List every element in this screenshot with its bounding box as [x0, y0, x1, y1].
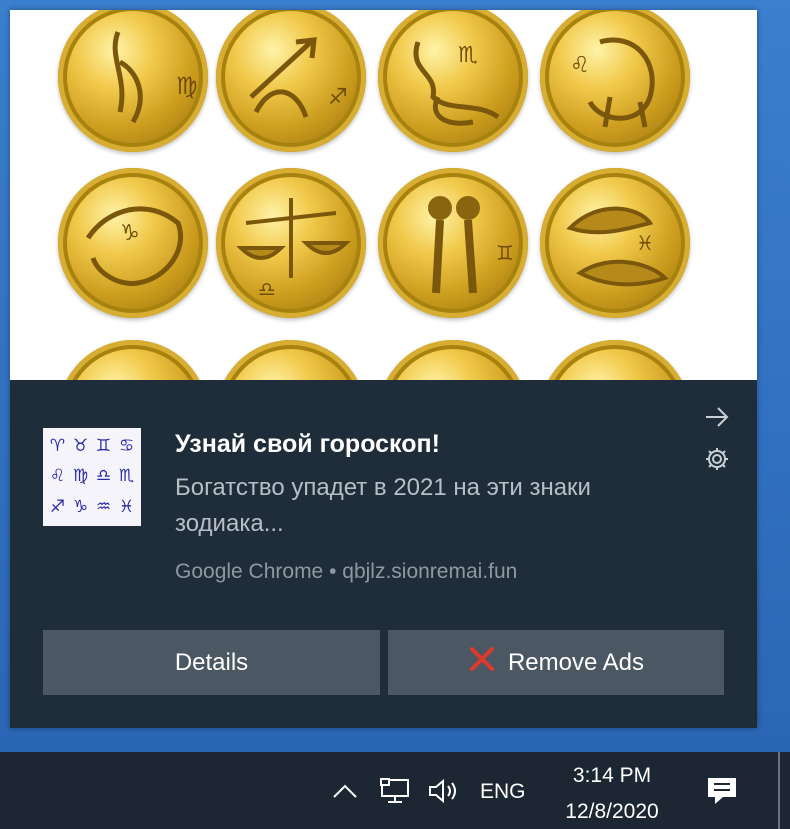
zodiac-coin — [216, 340, 366, 380]
clock-date[interactable]: 12/8/2020 — [552, 800, 672, 824]
zodiac-sign-label: ♍ — [176, 72, 198, 100]
show-desktop-button[interactable] — [778, 752, 780, 829]
chevron-up-icon[interactable] — [330, 778, 360, 804]
notification-body: Богатство упадет в 2021 на эти знаки зод… — [175, 474, 591, 537]
zodiac-glyph: ♎ — [95, 466, 112, 487]
app-icon-zodiac: ♈ ♉ ♊ ♋ ♌ ♍ ♎ ♏ ♐ ♑ ♒ ♓ — [43, 428, 141, 526]
zodiac-sign-label: ♓ — [636, 231, 654, 255]
zodiac-glyph: ♏ — [118, 466, 135, 487]
notification-title: Узнай свой гороскоп! — [175, 430, 440, 458]
details-button[interactable]: Details — [43, 630, 380, 695]
red-x-icon — [468, 645, 496, 680]
zodiac-glyph: ♒ — [95, 497, 112, 518]
zodiac-sign-label: ♐ — [328, 85, 348, 110]
clock-time[interactable]: 3:14 PM — [564, 764, 660, 788]
notification-attribution: Google Chrome • qbjlz.sionremai.fun — [175, 560, 518, 583]
zodiac-coin: ♑ — [58, 168, 208, 318]
hero-image-zodiac-coins: ♍ ♐ ♏ ♌ ♑ ♎ ♊ ♓ — [10, 10, 757, 380]
details-button-label: Details — [174, 648, 249, 676]
zodiac-sign-label: ♌ — [570, 53, 590, 78]
zodiac-coin: ♓ — [540, 168, 690, 318]
zodiac-glyph: ♊ — [95, 435, 112, 456]
zodiac-coin: ♊ — [378, 168, 528, 318]
zodiac-glyph: ♉ — [72, 435, 89, 456]
zodiac-coin — [540, 340, 690, 380]
zodiac-coin: ♏ — [378, 10, 528, 152]
arrow-right-icon[interactable] — [702, 402, 732, 432]
zodiac-glyph: ♋ — [118, 435, 135, 456]
action-center-icon[interactable] — [704, 774, 740, 808]
network-icon[interactable] — [378, 776, 412, 806]
zodiac-glyph: ♑ — [72, 497, 89, 518]
zodiac-coin: ♐ — [216, 10, 366, 152]
zodiac-coin: ♎ — [216, 168, 366, 318]
zodiac-coin: ♍ — [58, 10, 208, 152]
zodiac-glyph: ♐ — [49, 497, 66, 518]
zodiac-glyph: ♍ — [72, 466, 89, 487]
gear-icon[interactable] — [702, 444, 732, 474]
zodiac-coin — [58, 340, 208, 380]
zodiac-sign-label: ♑ — [120, 221, 140, 246]
zodiac-sign-label: ♏ — [458, 43, 478, 68]
zodiac-glyph: ♌ — [49, 466, 66, 487]
taskbar: ENG 3:14 PM 12/8/2020 — [0, 752, 790, 829]
language-indicator[interactable]: ENG — [480, 780, 526, 804]
zodiac-coin: ♌ — [540, 10, 690, 152]
notification-content: ♈ ♉ ♊ ♋ ♌ ♍ ♎ ♏ ♐ ♑ ♒ ♓ Узнай свой горос… — [10, 380, 757, 728]
zodiac-sign-label: ♊ — [496, 241, 514, 265]
remove-ads-button-label: Remove Ads — [507, 648, 645, 676]
zodiac-sign-label: ♎ — [258, 277, 276, 301]
zodiac-coin — [378, 340, 528, 380]
chrome-notification-toast[interactable]: ♍ ♐ ♏ ♌ ♑ ♎ ♊ ♓ ♈ ♉ ♊ ♋ ♌ ♍ ♎ ♏ ♐ ♑ ♒ ♓ … — [10, 10, 757, 728]
remove-ads-button[interactable]: Remove Ads — [388, 630, 724, 695]
zodiac-glyph: ♈ — [49, 435, 66, 456]
volume-icon[interactable] — [426, 776, 462, 806]
zodiac-glyph: ♓ — [118, 497, 135, 518]
